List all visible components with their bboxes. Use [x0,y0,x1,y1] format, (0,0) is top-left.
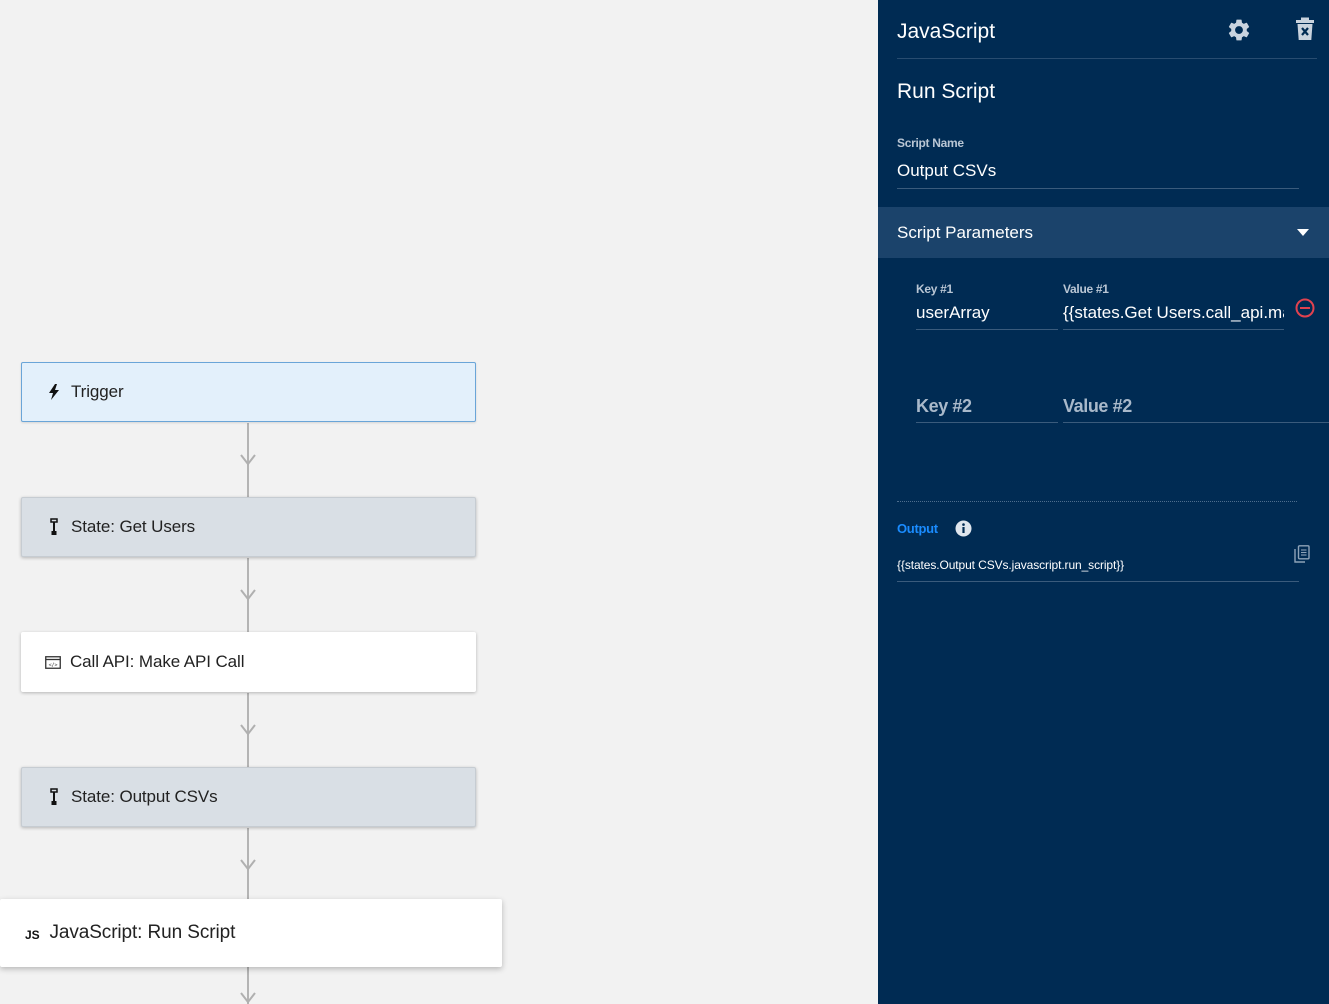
call-api-node[interactable]: </> Call API: Make API Call [21,632,476,692]
chevron-down-icon [240,724,256,736]
remove-circle-icon[interactable] [1295,298,1315,318]
info-icon[interactable] [955,520,972,537]
section-divider [897,501,1297,502]
js-icon: JS [25,928,40,942]
script-name-label: Script Name [897,136,964,150]
value-1-input[interactable]: {{states.Get Users.call_api.ma [1063,303,1284,323]
key-1-input[interactable]: userArray [916,303,1056,323]
caret-down-icon [1297,229,1309,236]
key-2-underline [916,422,1058,423]
output-underline [897,581,1299,582]
node-label: Call API: Make API Call [70,652,245,671]
trigger-node[interactable]: Trigger [21,362,476,422]
node-label: Trigger [71,382,124,401]
lightning-icon [46,384,62,400]
header-divider [897,58,1317,59]
state-node-get-users[interactable]: State: Get Users [21,497,476,557]
javascript-node[interactable]: JS JavaScript: Run Script [0,899,502,967]
properties-panel: JavaScript Run Script Script Name Output… [878,0,1329,1004]
copy-icon[interactable] [1294,545,1310,563]
delete-icon[interactable] [1295,17,1315,41]
chevron-down-icon [240,589,256,601]
workflow-canvas: Trigger State: Get Users </> Call API: M… [0,0,878,1004]
svg-text:</>: </> [49,662,58,668]
state-marker-icon [46,518,62,535]
key-1-underline [916,329,1058,330]
output-value: {{states.Output CSVs.javascript.run_scri… [897,558,1125,572]
panel-title: JavaScript [897,20,996,43]
gear-icon[interactable] [1226,17,1252,43]
node-label: State: Output CSVs [71,787,218,806]
value-2-underline [1063,422,1329,423]
script-name-underline [897,188,1299,189]
section-title: Run Script [897,80,996,103]
script-parameters-title: Script Parameters [897,222,1034,242]
chevron-down-icon [240,454,256,466]
state-node-output-csvs[interactable]: State: Output CSVs [21,767,476,827]
chevron-down-icon [240,992,256,1004]
script-parameters-toggle[interactable]: Script Parameters [878,207,1329,258]
script-name-input[interactable]: Output CSVs [897,161,1297,181]
api-window-icon: </> [45,654,61,670]
key-2-input[interactable]: Key #2 [916,396,972,417]
value-1-underline [1063,329,1284,330]
node-label: JavaScript: Run Script [49,922,236,943]
value-2-input[interactable]: Value #2 [1063,396,1132,417]
key-1-label: Key #1 [916,282,953,296]
output-label: Output [897,521,938,536]
value-1-label: Value #1 [1063,282,1109,296]
node-label: State: Get Users [71,517,196,536]
state-marker-icon [46,788,62,805]
chevron-down-icon [240,859,256,871]
